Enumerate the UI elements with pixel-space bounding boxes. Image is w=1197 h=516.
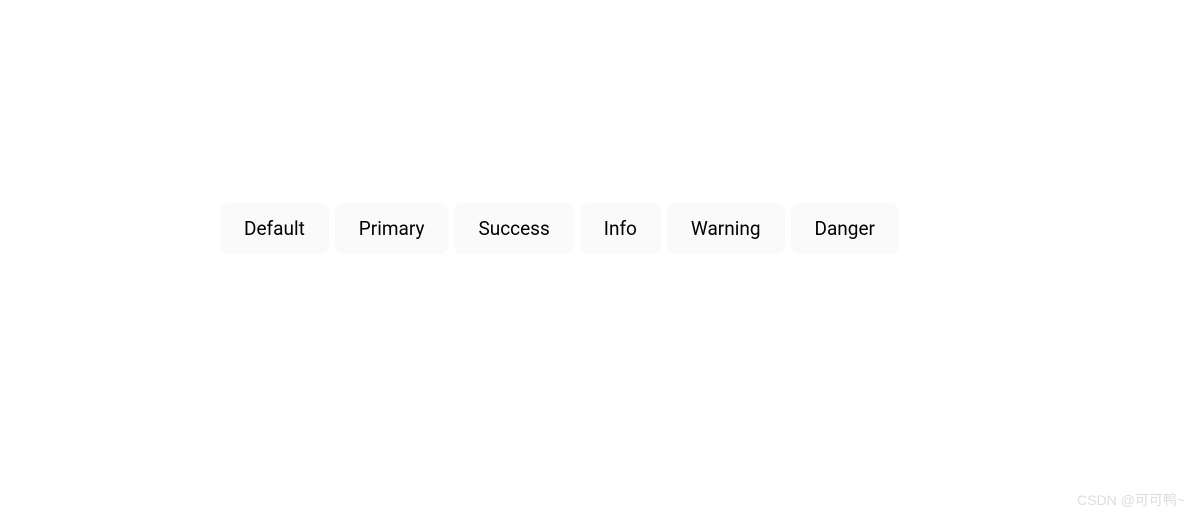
- info-button[interactable]: Info: [580, 203, 661, 254]
- warning-button[interactable]: Warning: [667, 203, 785, 254]
- button-row: Default Primary Success Info Warning Dan…: [220, 203, 899, 254]
- default-button[interactable]: Default: [220, 203, 329, 254]
- success-button[interactable]: Success: [454, 203, 573, 254]
- watermark-text: CSDN @可可鸭~: [1077, 490, 1185, 510]
- danger-button[interactable]: Danger: [791, 203, 899, 254]
- primary-button[interactable]: Primary: [335, 203, 449, 254]
